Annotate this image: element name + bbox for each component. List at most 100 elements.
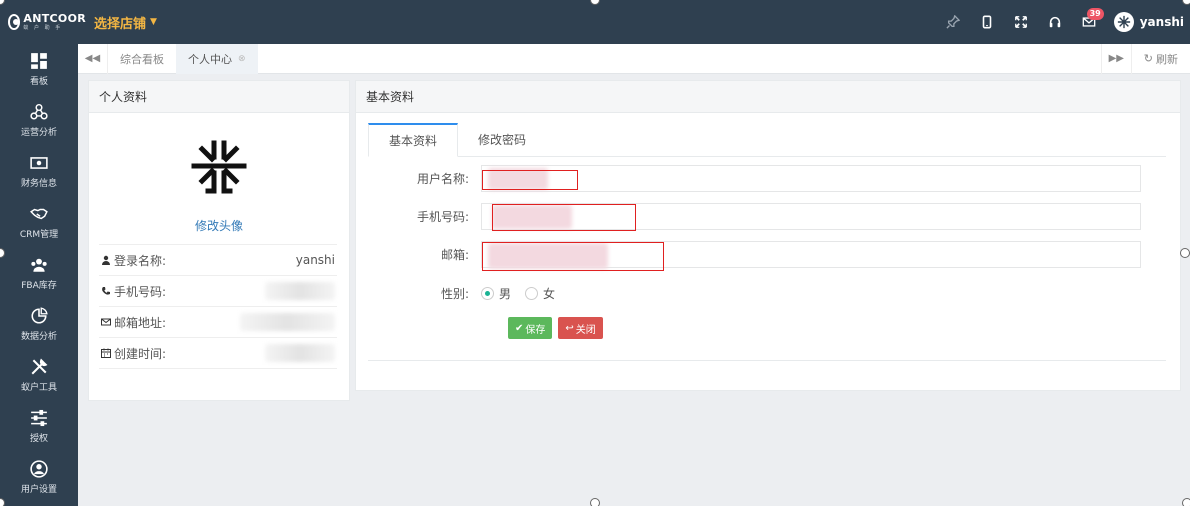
phone-input[interactable] <box>481 203 1141 231</box>
phone-row: 手机号码: <box>356 203 1141 231</box>
messages-button[interactable]: 39 <box>1072 0 1106 44</box>
highlight-box <box>482 170 578 190</box>
close-button[interactable]: ↩ 关闭 <box>558 317 603 339</box>
email-label: 邮箱: <box>440 248 469 262</box>
sidebar-item-crm[interactable]: CRM管理 <box>0 197 78 248</box>
username-input[interactable] <box>481 165 1141 192</box>
info-label: 创建时间: <box>114 346 167 361</box>
headset-button[interactable] <box>1038 0 1072 44</box>
sidebar-item-finance[interactable]: 财务信息 <box>0 146 78 197</box>
gender-female-label: 女 <box>543 287 556 301</box>
highlight-box <box>492 204 636 231</box>
envelope-icon <box>101 318 111 326</box>
edit-avatar-link[interactable]: 修改头像 <box>89 217 349 234</box>
fullscreen-button[interactable] <box>1004 0 1038 44</box>
pin-icon <box>946 15 960 29</box>
sidebar-item-user-settings[interactable]: 用户设置 <box>0 452 78 503</box>
basic-info-tabs: 基本资料 修改密码 <box>368 123 1166 157</box>
tab-personal-center[interactable]: 个人中心 ⊗ <box>176 43 258 74</box>
sidebar-item-label: 财务信息 <box>20 179 57 189</box>
resize-handle[interactable] <box>590 498 600 506</box>
basic-info-panel-title: 基本资料 <box>356 81 1180 113</box>
tab-label: 个人中心 <box>188 52 232 66</box>
page-tabs-bar: ◀◀ 综合看板 个人中心 ⊗ ▶▶ ↻ 刷新 <box>78 43 1190 74</box>
save-label: 保存 <box>525 324 546 336</box>
mobile-button[interactable] <box>970 0 1004 44</box>
tabs-scroll-right[interactable]: ▶▶ <box>1100 43 1131 74</box>
email-input[interactable] <box>481 241 1141 271</box>
sidebar-item-fba-inventory[interactable]: FBA库存 <box>0 248 78 299</box>
save-button[interactable]: ✔ 保存 <box>508 317 553 339</box>
email-row: 邮箱: <box>356 241 1141 271</box>
info-row-email: 邮箱地址: <box>99 307 337 338</box>
sidebar-item-authorization[interactable]: 授权 <box>0 401 78 452</box>
sidebar-item-label: 蚁户工具 <box>20 383 57 393</box>
pie-icon <box>31 307 48 324</box>
user-menu[interactable]: yanshi <box>1113 12 1184 32</box>
avatar-logo-icon <box>191 140 247 194</box>
logo[interactable]: ANTCOOR 蚁 户 助 手 <box>0 0 86 44</box>
refresh-button[interactable]: ↻ 刷新 <box>1130 43 1190 74</box>
sidebar-item-label: 看板 <box>29 77 48 87</box>
tab-basic-info[interactable]: 基本资料 <box>368 123 459 157</box>
user-circle-icon <box>30 460 48 478</box>
top-navbar: ANTCOOR 蚁 户 助 手 选择店铺 ▼ 39 yanshi <box>0 0 1190 44</box>
tab-dashboard[interactable]: 综合看板 <box>108 44 176 74</box>
refresh-icon: ↻ <box>1143 52 1153 65</box>
refresh-label: 刷新 <box>1156 52 1178 66</box>
notification-badge: 39 <box>1086 8 1104 20</box>
sidebar-item-label: CRM管理 <box>19 230 59 240</box>
sidebar-item-dashboard[interactable]: 看板 <box>0 44 78 95</box>
close-tab-icon[interactable]: ⊗ <box>238 54 246 64</box>
reply-icon: ↩ <box>565 322 574 334</box>
sidebar-item-label: 运营分析 <box>20 128 57 138</box>
pin-button[interactable] <box>936 0 970 44</box>
info-label: 邮箱地址: <box>114 315 167 330</box>
sidebar-item-tools[interactable]: 蚁户工具 <box>0 350 78 401</box>
tab-change-password[interactable]: 修改密码 <box>458 123 546 156</box>
users-icon <box>31 258 47 272</box>
double-chevron-left-icon: ◀◀ <box>84 53 101 64</box>
highlight-box <box>482 242 664 271</box>
tab-label: 综合看板 <box>120 52 164 66</box>
sidebar-item-operations[interactable]: 运营分析 <box>0 95 78 146</box>
logo-subtitle: 蚁 户 助 手 <box>23 25 63 31</box>
tabs-scroll-left[interactable]: ◀◀ <box>78 43 108 74</box>
profile-avatar[interactable] <box>184 133 254 203</box>
resize-handle[interactable] <box>1182 498 1190 506</box>
sidebar: 看板 运营分析 财务信息 CRM管理 FBA库存 数据分析 蚁户工具 授权 用户… <box>0 44 78 506</box>
close-label: 关闭 <box>575 324 596 336</box>
sidebar-item-data-analysis[interactable]: 数据分析 <box>0 299 78 350</box>
redacted-phone <box>265 282 335 300</box>
basic-info-panel: 基本资料 基本资料 修改密码 用户名称: 手机号码: 邮箱: 性别: 男 女 ✔… <box>355 80 1181 391</box>
headset-icon <box>1049 16 1060 28</box>
store-selector[interactable]: 选择店铺 ▼ <box>94 13 157 32</box>
info-value: yanshi <box>295 253 335 267</box>
user-icon <box>102 255 110 265</box>
store-selector-label: 选择店铺 <box>94 16 147 32</box>
redacted-created-time <box>265 344 335 362</box>
redacted-email <box>240 313 335 331</box>
check-icon: ✔ <box>515 322 524 334</box>
info-row-created: 创建时间: <box>99 338 337 369</box>
resize-handle[interactable] <box>1180 248 1190 258</box>
info-row-phone: 手机号码: <box>99 276 337 307</box>
network-icon <box>30 103 48 120</box>
sidebar-item-label: 用户设置 <box>20 485 57 495</box>
calendar-icon <box>101 348 111 358</box>
profile-panel-title: 个人资料 <box>89 81 349 113</box>
form-divider <box>368 360 1166 361</box>
form-actions: ✔ 保存 ↩ 关闭 <box>508 317 609 339</box>
logo-mark-icon <box>8 14 21 30</box>
avatar <box>1113 12 1134 32</box>
phone-label: 手机号码: <box>416 210 469 224</box>
gender-male-label: 男 <box>499 287 512 301</box>
sliders-icon <box>31 409 47 427</box>
double-chevron-right-icon: ▶▶ <box>1108 53 1124 64</box>
fullscreen-icon <box>1014 16 1027 28</box>
gender-male-radio[interactable]: 男 <box>481 285 511 302</box>
username-label: yanshi <box>1139 15 1184 29</box>
username-label: 用户名称: <box>416 172 469 186</box>
sidebar-item-label: 数据分析 <box>20 332 57 342</box>
gender-female-radio[interactable]: 女 <box>525 285 555 302</box>
